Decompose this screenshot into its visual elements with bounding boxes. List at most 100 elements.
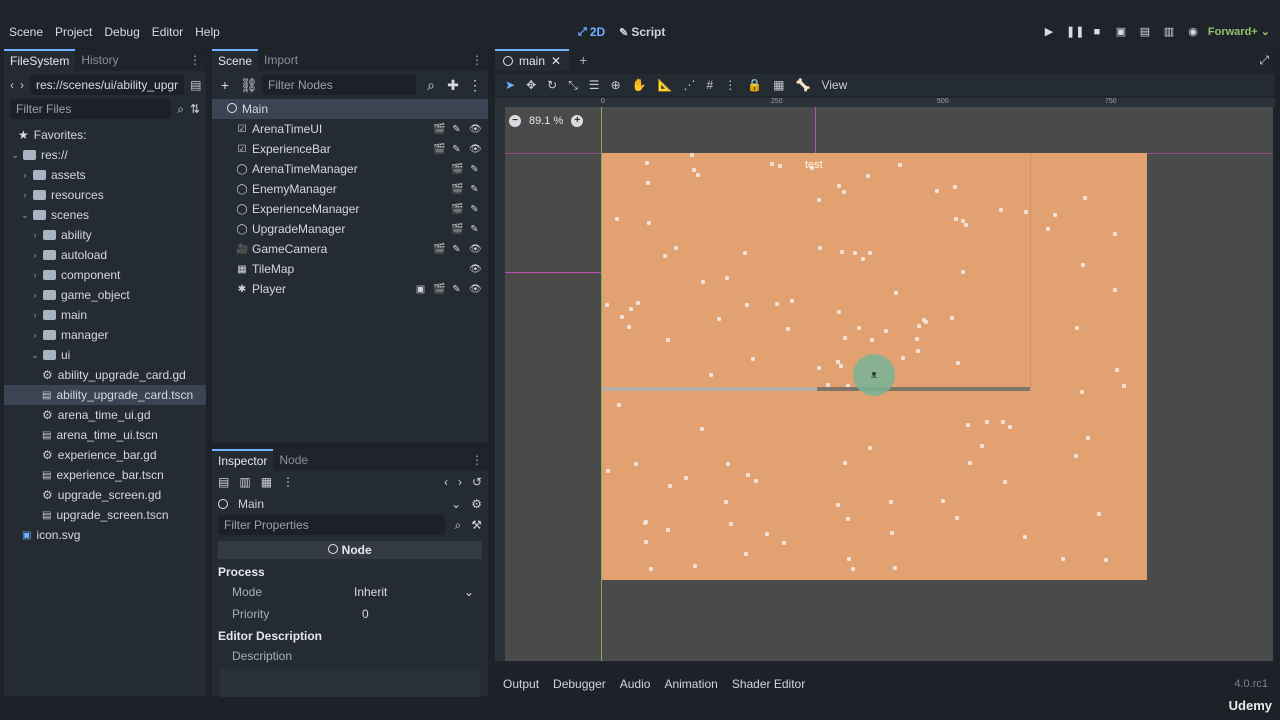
chevron-right-icon[interactable]: › — [20, 190, 30, 200]
chevron-right-icon[interactable]: › — [20, 170, 30, 180]
open-scene-icon[interactable]: 🎬 — [433, 244, 445, 255]
open-scene-icon[interactable]: 🎬 — [451, 164, 463, 175]
scene-tab-main[interactable]: main ✕ — [495, 49, 570, 71]
chevron-down-icon[interactable]: ⌄ — [10, 150, 20, 161]
tab-inspector[interactable]: Inspector — [212, 449, 274, 471]
node-settings-icon[interactable]: ⚙ — [471, 497, 482, 511]
list-select-icon[interactable]: ☰ — [589, 78, 600, 92]
scene-node-arenatimeui[interactable]: ☑ ArenaTimeUI 🎬 ✎ 👁 — [212, 119, 488, 139]
zoom-in-button[interactable]: + — [571, 115, 584, 127]
file-item[interactable]: ▣ icon.svg — [4, 525, 206, 545]
property-priority-value[interactable]: 0 — [362, 607, 369, 621]
add-tab-icon[interactable]: + — [569, 52, 587, 68]
mode-script-button[interactable]: ✎ Script — [619, 25, 665, 39]
scene-node-arenatimemanager[interactable]: ◯ ArenaTimeManager 🎬 ✎ — [212, 159, 488, 179]
mode-2d-button[interactable]: ⤢ 2D — [578, 25, 605, 39]
scene-node-experiencebar[interactable]: ☑ ExperienceBar 🎬 ✎ 👁 — [212, 139, 488, 159]
file-item[interactable]: › manager — [4, 325, 206, 345]
script-icon[interactable]: ✎ — [451, 124, 462, 135]
script-icon[interactable]: ✎ — [451, 244, 462, 255]
visibility-icon[interactable]: 👁 — [469, 284, 482, 295]
filter-nodes-input[interactable]: Filter Nodes — [262, 75, 416, 95]
script-icon[interactable]: ✎ — [469, 204, 480, 215]
tab-node[interactable]: Node — [273, 449, 314, 471]
filter-files-input[interactable]: Filter Files — [10, 99, 172, 119]
file-item[interactable]: ⌄ scenes — [4, 205, 206, 225]
file-item[interactable]: › component — [4, 265, 206, 285]
favorites-item[interactable]: ★ Favorites: — [4, 125, 206, 145]
play-custom-scene-icon[interactable]: ▥ — [1162, 25, 1176, 38]
chevron-right-icon[interactable]: › — [30, 310, 40, 320]
open-scene-icon[interactable]: 🎬 — [451, 184, 463, 195]
chevron-right-icon[interactable]: › — [30, 250, 40, 260]
filter-settings-icon[interactable]: ⚒ — [471, 518, 482, 532]
history-back-icon[interactable]: ‹ — [444, 475, 448, 489]
path-field[interactable]: res://scenes/ui/ability_upgr — [30, 75, 185, 95]
open-resource-icon[interactable]: ▥ — [239, 475, 250, 489]
scene-options-icon[interactable]: ⋮ — [468, 77, 482, 94]
scene-node-main[interactable]: Main — [212, 99, 488, 119]
scene-node-enemymanager[interactable]: ◯ EnemyManager 🎬 ✎ — [212, 179, 488, 199]
file-item[interactable]: › assets — [4, 165, 206, 185]
inspector-menu-icon[interactable]: ⋮ — [471, 453, 488, 467]
filesystem-menu-icon[interactable]: ⋮ — [189, 53, 206, 67]
zoom-out-button[interactable]: − — [509, 115, 521, 127]
close-icon[interactable]: ✕ — [551, 54, 561, 68]
root-folder-item[interactable]: ⌄ res:// — [4, 145, 206, 165]
tab-animation[interactable]: Animation — [664, 677, 717, 691]
tab-filesystem[interactable]: FileSystem — [4, 49, 76, 71]
arena-tilemap[interactable]: test ᴥ — [602, 153, 1147, 580]
menu-editor[interactable]: Editor — [152, 25, 183, 39]
renderer-select[interactable]: Forward+ ⌄ — [1208, 25, 1270, 38]
file-item[interactable]: ▤ upgrade_screen.tscn — [4, 505, 206, 525]
snap-options-icon[interactable]: ⋮ — [724, 78, 736, 92]
file-item[interactable]: ⚙ ability_upgrade_card.gd — [4, 365, 206, 385]
tab-shader-editor[interactable]: Shader Editor — [732, 677, 805, 691]
visibility-icon[interactable]: 👁 — [469, 144, 482, 155]
file-item[interactable]: ▤ ability_upgrade_card.tscn — [4, 385, 206, 405]
zoom-level[interactable]: 89.1 % — [529, 115, 563, 127]
menu-help[interactable]: Help — [195, 25, 220, 39]
scale-mode-icon[interactable]: ⤡ — [568, 78, 578, 93]
view-menu[interactable]: View — [821, 78, 847, 92]
chevron-down-icon[interactable]: ⌄ — [464, 585, 474, 599]
script-icon[interactable]: ✎ — [469, 164, 480, 175]
scene-node-tilemap[interactable]: ▦ TileMap 👁 — [212, 259, 488, 279]
open-scene-icon[interactable]: 🎬 — [451, 204, 463, 215]
menu-debug[interactable]: Debug — [104, 25, 139, 39]
scene-menu-icon[interactable]: ⋮ — [471, 53, 488, 67]
chevron-right-icon[interactable]: › — [30, 290, 40, 300]
file-item[interactable]: › ability — [4, 225, 206, 245]
visibility-icon[interactable]: 👁 — [469, 264, 482, 275]
tab-scene[interactable]: Scene — [212, 49, 259, 71]
skeleton-icon[interactable]: 🦴 — [796, 78, 811, 92]
chevron-down-icon[interactable]: ⌄ — [20, 210, 30, 221]
forward-icon[interactable]: › — [20, 78, 24, 92]
menu-project[interactable]: Project — [55, 25, 92, 39]
filter-properties-input[interactable]: Filter Properties — [218, 515, 445, 535]
open-scene-icon[interactable]: 🎬 — [451, 224, 463, 235]
tab-audio[interactable]: Audio — [620, 677, 651, 691]
script-icon[interactable]: ✎ — [469, 184, 480, 195]
pan-mode-icon[interactable]: ✋ — [632, 78, 647, 92]
open-scene-icon[interactable]: 🎬 — [433, 284, 445, 295]
menu-scene[interactable]: Scene — [9, 25, 43, 39]
canvas-2d[interactable]: test ᴥ — [505, 107, 1273, 661]
file-item[interactable]: ▤ arena_time_ui.tscn — [4, 425, 206, 445]
file-item[interactable]: › main — [4, 305, 206, 325]
file-item[interactable]: ⚙ arena_time_ui.gd — [4, 405, 206, 425]
file-item[interactable]: ▤ experience_bar.tscn — [4, 465, 206, 485]
category-process[interactable]: Process — [212, 561, 488, 581]
object-selector[interactable]: Main ⌄ ⚙ — [212, 493, 488, 515]
distraction-free-icon[interactable]: ⤢ — [1259, 53, 1275, 68]
scene-node-player[interactable]: ✱ Player ▣ 🎬 ✎ 👁 — [212, 279, 488, 299]
scene-node-gamecamera[interactable]: 🎥 GameCamera 🎬 ✎ 👁 — [212, 239, 488, 259]
category-editor-description[interactable]: Editor Description — [212, 625, 488, 645]
group-icon[interactable]: ▦ — [773, 78, 784, 92]
smart-snap-icon[interactable]: ⋰ — [684, 78, 696, 92]
file-item[interactable]: ⚙ experience_bar.gd — [4, 445, 206, 465]
add-node-icon[interactable]: + — [218, 77, 232, 93]
movie-maker-icon[interactable]: ◉ — [1186, 25, 1200, 38]
scene-node-experiencemanager[interactable]: ◯ ExperienceManager 🎬 ✎ — [212, 199, 488, 219]
visibility-icon[interactable]: 👁 — [469, 244, 482, 255]
